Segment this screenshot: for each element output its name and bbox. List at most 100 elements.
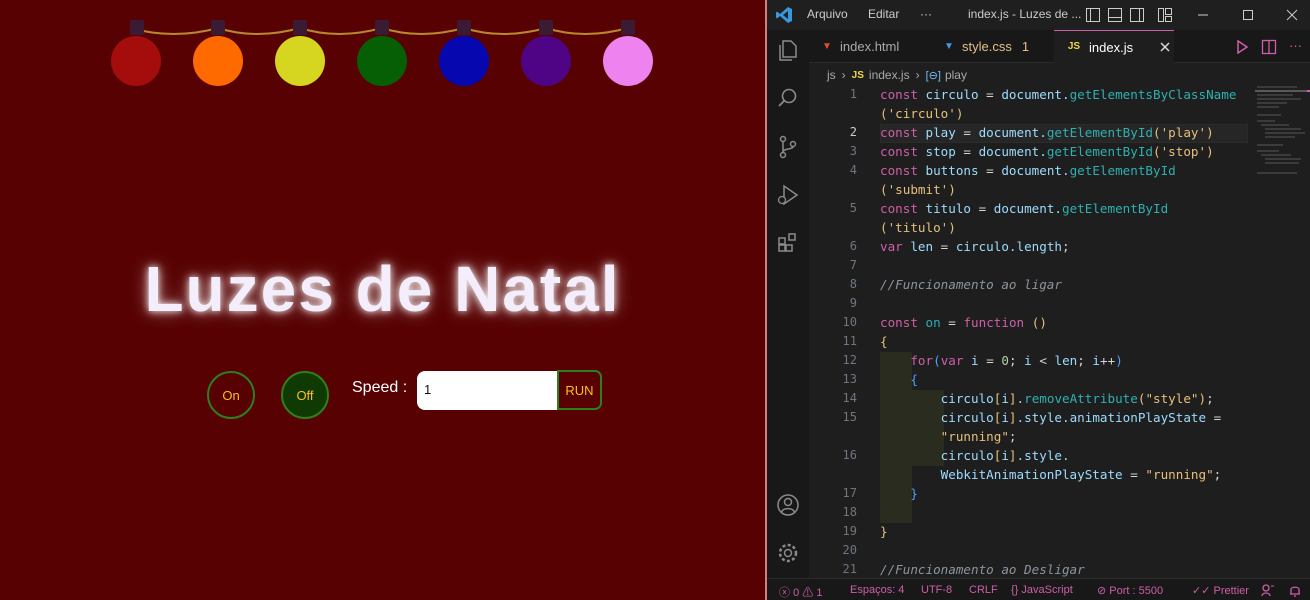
line-number: 7 [849,258,857,272]
breadcrumb-file[interactable]: index.js [869,68,910,82]
menu-more[interactable]: ··· [920,7,932,21]
live-server-status[interactable]: ⊘ Port : 5500 [1097,584,1163,597]
encoding-status[interactable]: UTF-8 [921,584,952,596]
broadcast-icon: ⊘ [1097,585,1107,597]
code-line: circulo[i].style. [880,448,1070,463]
bulb-cap [539,20,553,35]
code-line: circulo[i].style.animationPlayState = [880,410,1222,425]
menu-arquivo[interactable]: Arquivo [807,7,848,21]
layout-secondary-sidebar-icon[interactable] [1129,7,1145,23]
bulb-cap [621,20,635,35]
line-number: 8 [849,277,857,291]
source-control-icon[interactable] [775,134,801,160]
error-count: 0 [793,587,800,599]
code-line: circulo[i].removeAttribute("style"); [880,391,1214,406]
code-line: ('submit') [880,182,956,197]
breadcrumb-folder[interactable]: js [827,68,836,82]
layout-sidebar-icon[interactable] [1085,7,1101,23]
breadcrumb-symbol[interactable]: play [945,68,967,82]
code-line: } [910,486,918,501]
run-button[interactable]: RUN [557,370,602,410]
bulb-pink [603,36,653,86]
line-number: 21 [842,562,857,576]
extensions-icon[interactable] [775,230,801,256]
menu-editar[interactable]: Editar [868,7,899,21]
warning-icon: ⚠ [802,587,814,599]
code-line: const on = function () [880,315,1047,330]
line-number: 17 [842,486,857,500]
code-line: "running"; [940,429,1017,444]
minimize-icon[interactable] [1196,8,1210,22]
eol-status[interactable]: CRLF [969,584,998,596]
settings-gear-icon[interactable] [775,540,801,566]
vscode-window: Arquivo Editar ··· index.js - Luzes de .… [767,0,1310,600]
minimap[interactable] [1255,86,1310,186]
web-preview: Luzes de Natal On Off Speed : 1 RUN [0,0,765,600]
on-button[interactable]: On [207,371,255,419]
close-tab-icon[interactable] [1159,41,1171,53]
line-number: 1 [849,87,857,101]
error-icon: ⓧ [779,587,790,599]
bulb-blue [439,36,489,86]
chevron-right-icon: › [915,68,920,82]
tab-style-css[interactable]: ▼ style.css 1 [931,30,1051,63]
code-line: //Funcionamento ao ligar [880,277,1062,292]
language-status[interactable]: {} JavaScript [1011,584,1073,596]
status-bar: ⓧ 0 ⚠ 1 Espaços: 4 UTF-8 CRLF {} JavaScr… [767,578,1310,600]
speed-input[interactable]: 1 [417,371,558,410]
line-number: 4 [849,163,857,177]
editor-tabs: ▼ index.html ▼ style.css 1 JS index.js ·… [809,30,1310,63]
bulb-yellow [275,36,325,86]
notifications-bell-icon[interactable] [1288,583,1302,597]
js-icon: JS [851,69,864,81]
code-line: const titulo = document.getElementById [880,201,1169,216]
line-number: 5 [849,201,857,215]
split-editor-icon[interactable] [1261,39,1277,55]
maximize-icon[interactable] [1241,8,1255,22]
explorer-icon[interactable] [775,37,801,63]
run-debug-icon[interactable] [775,182,801,208]
line-number: 2 [849,125,857,139]
tab-problem-badge: 1 [1021,39,1030,54]
prettier-label: Prettier [1213,585,1249,597]
run-file-icon[interactable] [1234,39,1250,55]
bulb-orange [193,36,243,86]
bulb-cap [211,20,225,35]
code-line: //Funcionamento ao Desligar [880,562,1085,577]
page-title: Luzes de Natal [144,253,621,325]
warning-count: 1 [816,587,823,599]
bulb-green [357,36,407,86]
code-line: ('circulo') [880,106,964,121]
speed-label: Speed : [352,379,408,396]
tab-index-js[interactable]: JS index.js [1054,30,1174,63]
line-number: 16 [842,448,857,462]
line-number: 18 [842,505,857,519]
code-line: } [880,524,888,539]
line-number: 20 [842,543,857,557]
more-actions-icon[interactable]: ··· [1289,38,1302,53]
tab-index-html[interactable]: ▼ index.html [809,30,923,63]
bulb-cap [375,20,389,35]
port-label: Port : 5500 [1109,585,1164,597]
code-editor[interactable]: 1 2 3 4 5 6 7 8 9 10 11 12 13 14 15 16 1… [809,85,1310,578]
code-line: WebkitAnimationPlayState = "running"; [880,467,1222,482]
activity-bar [767,30,809,578]
close-window-icon[interactable] [1285,8,1299,22]
code-line: const buttons = document.getElementById [880,163,1176,178]
account-icon[interactable] [775,492,801,518]
search-icon[interactable] [775,85,801,111]
problems-indicator[interactable]: ⓧ 0 ⚠ 1 [779,584,822,600]
tab-label: index.html [840,39,900,54]
code-line: var len = circulo.length; [880,239,1070,254]
line-number: 12 [842,353,857,367]
prettier-status[interactable]: ✓✓ Prettier [1192,584,1249,597]
bulb-cap [293,20,307,35]
symbol-variable-icon: [⊖] [925,69,941,82]
feedback-icon[interactable] [1261,583,1275,597]
layout-panel-icon[interactable] [1107,7,1123,23]
line-number: 13 [842,372,857,386]
off-button[interactable]: Off [281,371,329,419]
indentation-status[interactable]: Espaços: 4 [850,584,904,596]
customize-layout-icon[interactable] [1157,7,1173,23]
code-line: ('titulo') [880,220,956,235]
